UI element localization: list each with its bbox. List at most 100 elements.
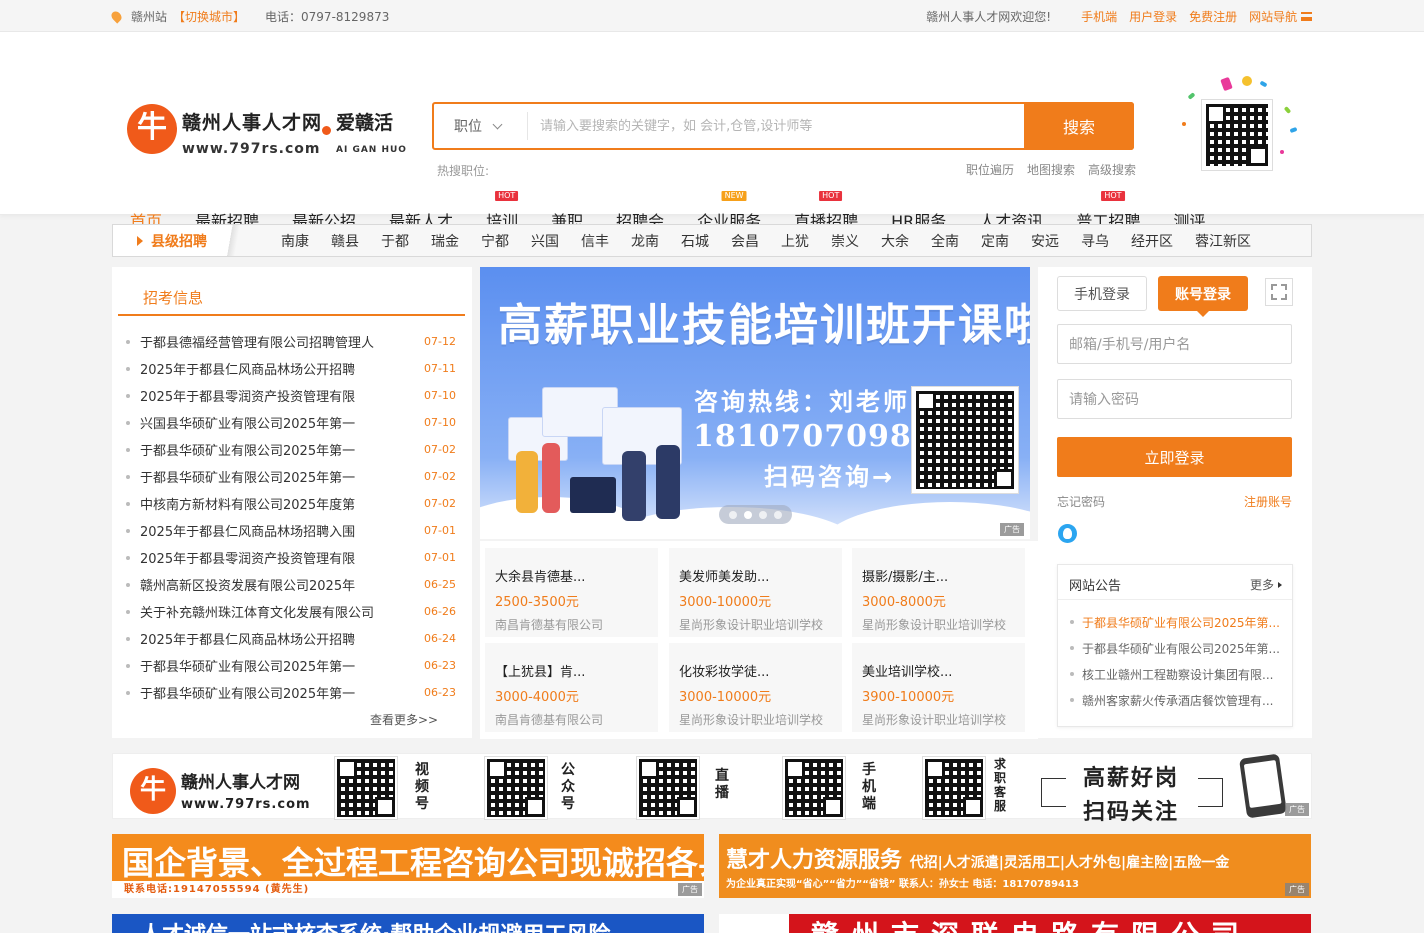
list-item[interactable]: 兴国县华硕矿业有限公司2025年第一 07-10 — [126, 409, 456, 436]
forgot-password-link[interactable]: 忘记密码 — [1057, 493, 1105, 510]
exam-info-title[interactable]: 招考信息 — [143, 287, 203, 308]
bullet — [126, 393, 130, 398]
site-name[interactable]: 赣州人事人才网 www.797rs.com — [182, 108, 322, 157]
slogan-line-2: 扫码关注 — [1082, 800, 1179, 825]
notice-item[interactable]: 于都县华硕矿业有限公司2025年第... — [1070, 609, 1284, 635]
county-link[interactable]: 蓉江新区 — [1195, 231, 1251, 251]
map-search-link[interactable]: 地图搜索 — [1027, 161, 1075, 178]
bullet — [126, 366, 130, 371]
divider — [1058, 599, 1292, 600]
list-item[interactable]: 于都县华硕矿业有限公司2025年第一 07-02 — [126, 463, 456, 490]
advanced-search-link[interactable]: 高级搜索 — [1088, 161, 1136, 178]
job-card[interactable]: 大余县肯德基... 2500-3500元 南昌肯德基有限公司 — [485, 548, 658, 637]
list-item[interactable]: 2025年于都县零润资产投资管理有限 07-10 — [126, 382, 456, 409]
register-link[interactable]: 注册账号 — [1244, 493, 1292, 510]
logo-dot — [322, 126, 331, 135]
item-title: 2025年于都县零润资产投资管理有限 — [140, 390, 356, 405]
ad-banner-partner[interactable]: 国企背景、全过程工程咨询公司现诚招各县(市、区)合伙人 联系电话:1914705… — [112, 834, 704, 898]
qr-login-icon[interactable] — [1265, 278, 1293, 306]
job-card[interactable]: 美发师美发助... 3000-10000元 星尚形象设计职业培训学校 — [669, 548, 842, 637]
carousel-dot[interactable] — [759, 510, 767, 519]
search-input[interactable] — [528, 104, 1024, 148]
county-town-list: 南康 赣县 于都 瑞金 宁都 兴国 信丰 龙南 石城 会昌 上犹 崇义 大余 全… — [281, 231, 1273, 251]
tab-phone-login[interactable]: 手机登录 — [1057, 276, 1147, 311]
county-link[interactable]: 南康 — [281, 231, 309, 251]
notice-item[interactable]: 核工业赣州工程勘察设计集团有限... — [1070, 661, 1284, 687]
county-link[interactable]: 上犹 — [781, 231, 809, 251]
wechat-qr-code — [1201, 99, 1273, 171]
county-link[interactable]: 瑞金 — [431, 231, 459, 251]
notice-item[interactable]: 赣州客家薪火传承酒店餐饮管理有... — [1070, 687, 1284, 713]
search-category-select[interactable]: 职位 — [434, 112, 528, 140]
site-nav-link[interactable]: 网站导航 — [1249, 8, 1312, 25]
search-button[interactable]: 搜索 — [1024, 102, 1134, 150]
carousel-dot[interactable] — [774, 510, 782, 519]
item-date: 06-23 — [424, 686, 456, 699]
notice-item[interactable]: 于都县华硕矿业有限公司2025年第... — [1070, 635, 1284, 661]
site-name-cn: 赣州人事人才网 — [182, 112, 323, 134]
list-item[interactable]: 关于补充赣州珠江体育文化发展有限公司 06-26 — [126, 598, 456, 625]
exam-info-list: 于都县德福经营管理有限公司招聘管理人 07-12 2025年于都县仁风商品林场公开… — [126, 328, 456, 706]
login-button[interactable]: 立即登录 — [1057, 437, 1292, 477]
county-link[interactable]: 经开区 — [1131, 231, 1173, 251]
county-link[interactable]: 于都 — [381, 231, 409, 251]
bullet — [126, 474, 130, 479]
county-link[interactable]: 石城 — [681, 231, 709, 251]
county-link[interactable]: 龙南 — [631, 231, 659, 251]
user-login-link[interactable]: 用户登录 — [1129, 8, 1177, 25]
county-link[interactable]: 全南 — [931, 231, 959, 251]
bullet — [126, 609, 130, 614]
county-link[interactable]: 定南 — [981, 231, 1009, 251]
list-item[interactable]: 赣州高新区投资发展有限公司2025年 06-25 — [126, 571, 456, 598]
county-link[interactable]: 赣县 — [331, 231, 359, 251]
banner-headline: 高薪职业技能培训班开课啦 — [498, 300, 1030, 351]
banner-scan-hint: 扫码咨询→ — [764, 463, 896, 491]
county-link[interactable]: 安远 — [1031, 231, 1059, 251]
exam-more-link[interactable]: 查看更多>> — [370, 711, 438, 728]
ad-verification-title: 人才诚信一站式核查系统·帮助企业规避用工风险 — [140, 917, 610, 933]
list-item[interactable]: 中核南方新材料有限公司2025年度第 07-02 — [126, 490, 456, 517]
county-link[interactable]: 宁都 — [481, 231, 509, 251]
job-card[interactable]: 化妆彩妆学徒... 3000-10000元 星尚形象设计职业培训学校 — [669, 643, 842, 732]
list-item[interactable]: 2025年于都县仁风商品林场公开招聘 07-11 — [126, 355, 456, 382]
list-item[interactable]: 于都县德福经营管理有限公司招聘管理人 07-12 — [126, 328, 456, 355]
job-card[interactable]: 美业培训学校... 3900-10000元 星尚形象设计职业培训学校 — [852, 643, 1025, 732]
list-item[interactable]: 2025年于都县零润资产投资管理有限 07-01 — [126, 544, 456, 571]
qq-login-icon[interactable] — [1058, 524, 1077, 543]
carousel-dot[interactable] — [744, 510, 752, 519]
county-link[interactable]: 寻乌 — [1081, 231, 1109, 251]
ad-banner-circuit[interactable]: 赣州市深联电路有限公司 — [719, 914, 1311, 933]
job-card[interactable]: 【上犹县】肯... 3000-4000元 南昌肯德基有限公司 — [485, 643, 658, 732]
top-bar: 赣州站 【切换城市】 电话：0797-8129873 赣州人事人才网欢迎您! 手… — [0, 0, 1424, 32]
location-pin-icon — [109, 9, 124, 24]
county-link[interactable]: 崇义 — [831, 231, 859, 251]
list-item[interactable]: 于都县华硕矿业有限公司2025年第一 07-02 — [126, 436, 456, 463]
county-link[interactable]: 信丰 — [581, 231, 609, 251]
list-item[interactable]: 2025年于都县仁风商品林场公开招聘 06-24 — [126, 625, 456, 652]
county-link[interactable]: 兴国 — [531, 231, 559, 251]
carousel-dot[interactable] — [729, 510, 737, 519]
training-banner[interactable]: 高薪职业技能培训班开课啦 咨询热线：刘老师 18107070984 扫码咨询→ … — [480, 267, 1030, 539]
item-date: 06-24 — [424, 632, 456, 645]
list-item[interactable]: 2025年于都县仁风商品林场招聘入围 07-01 — [126, 517, 456, 544]
password-field[interactable]: 请输入密码 — [1057, 379, 1292, 419]
job-card[interactable]: 摄影/摄影/主... 3000-8000元 星尚形象设计职业培训学校 — [852, 548, 1025, 637]
exam-info-panel: 招考信息 于都县德福经营管理有限公司招聘管理人 07-12 2025年于都县仁风商… — [112, 267, 472, 738]
username-field[interactable]: 邮箱/手机号/用户名 — [1057, 324, 1292, 364]
job-browse-link[interactable]: 职位遍历 — [966, 161, 1014, 178]
free-register-link[interactable]: 免费注册 — [1189, 8, 1237, 25]
mobile-link[interactable]: 手机端 — [1081, 8, 1117, 25]
ad-circuit-title: 赣州市深联电路有限公司 — [811, 914, 1251, 933]
ad-banner-hr-service[interactable]: 慧才人力资源服务 代招|人才派遣|灵活用工|人才外包|雇主险|五险一金 为企业真… — [719, 834, 1311, 898]
county-link[interactable]: 大余 — [881, 231, 909, 251]
tab-account-login[interactable]: 账号登录 — [1158, 276, 1248, 317]
ad-banner-verification[interactable]: 人才诚信一站式核查系统·帮助企业规避用工风险 — [112, 914, 704, 933]
notice-more-link[interactable]: 更多 — [1250, 576, 1282, 593]
switch-city-link[interactable]: 【切换城市】 — [173, 8, 245, 25]
item-title: 于都县华硕矿业有限公司2025年第一 — [140, 687, 356, 702]
county-link[interactable]: 会昌 — [731, 231, 759, 251]
list-item[interactable]: 于都县华硕矿业有限公司2025年第一 06-23 — [126, 652, 456, 679]
site-logo[interactable]: 牛 — [127, 104, 177, 154]
item-date: 06-26 — [424, 605, 456, 618]
list-item[interactable]: 于都县华硕矿业有限公司2025年第一 06-23 — [126, 679, 456, 706]
